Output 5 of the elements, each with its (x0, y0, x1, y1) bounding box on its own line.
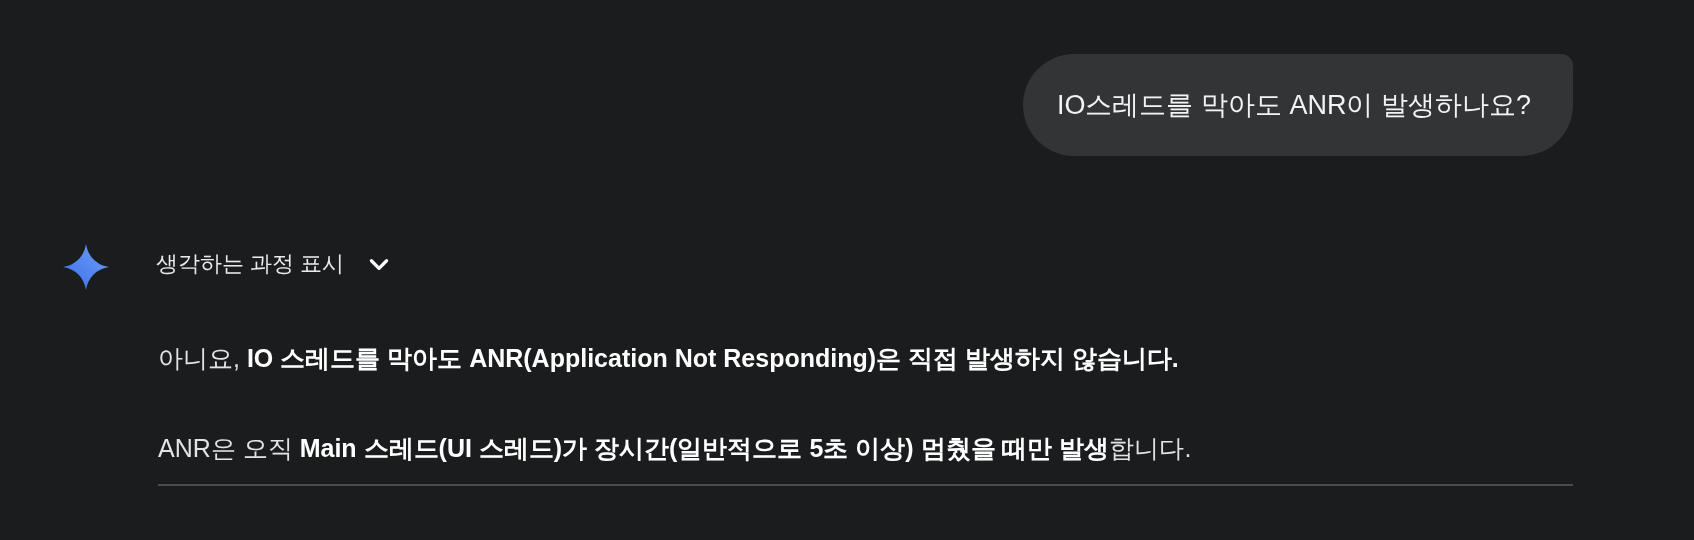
response-paragraph: ANR은 오직 Main 스레드(UI 스레드)가 장시간(일반적으로 5초 이상) 멈췄을 때만 발생합니다. (158, 433, 1193, 464)
sparkle-icon (63, 244, 109, 290)
show-thinking-toggle[interactable]: 생각하는 과정 표시 (156, 249, 393, 279)
user-message: IO스레드를 막아도 ANR이 발생하나요? (1022, 54, 1573, 156)
response-paragraph: 아니요, IO 스레드를 막아도 ANR(Application Not Responding)은 직접 발생하지 않습니다. (158, 343, 1180, 374)
